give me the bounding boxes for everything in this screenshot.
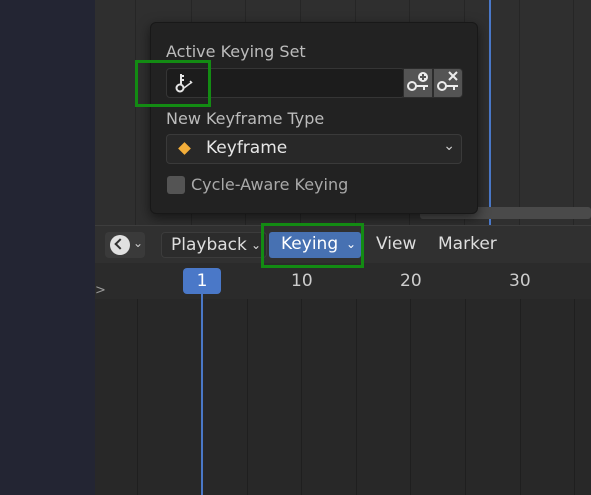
menu-marker[interactable]: Marker — [438, 232, 497, 258]
grid-line — [520, 299, 521, 495]
keyframe-type-dropdown[interactable]: Keyframe ⌄ — [166, 134, 462, 164]
grid-line — [574, 299, 575, 495]
clock-icon — [110, 235, 130, 255]
ruler-label: 20 — [400, 271, 422, 291]
keyframe-type-value: Keyframe — [206, 138, 288, 158]
active-keying-set-label: Active Keying Set — [166, 42, 306, 61]
menu-playback[interactable]: Playback ⌄ — [161, 232, 267, 258]
chevron-down-icon: ⌄ — [250, 238, 261, 252]
cycle-aware-label[interactable]: Cycle-Aware Keying — [191, 175, 348, 194]
upper-playhead-line — [489, 0, 491, 225]
keying-popover: Active Keying Set New Keyframe Type Keyf… — [150, 22, 478, 214]
grid-line — [356, 299, 357, 495]
timeline-tracks[interactable] — [95, 299, 591, 495]
editor-type-button[interactable]: ⌄ — [105, 232, 145, 258]
chevron-right-icon[interactable]: > — [95, 283, 106, 298]
grid-line — [247, 299, 248, 495]
chevron-down-icon: ⌄ — [443, 138, 455, 154]
grid-line — [573, 0, 574, 225]
left-sidebar-strip — [0, 0, 95, 495]
cycle-aware-checkbox[interactable] — [167, 176, 185, 194]
highlight-box — [135, 60, 211, 107]
highlight-box — [261, 223, 364, 268]
ruler-label: 10 — [291, 271, 313, 291]
grid-line — [410, 299, 411, 495]
keyframe-diamond-icon — [178, 142, 191, 155]
grid-line — [465, 299, 466, 495]
menu-view[interactable]: View — [376, 232, 416, 258]
menu-playback-label: Playback — [171, 235, 247, 255]
grid-line — [301, 299, 302, 495]
new-keyframe-type-label: New Keyframe Type — [166, 109, 325, 128]
remove-keying-set-button[interactable] — [433, 68, 463, 98]
key-remove-icon — [437, 71, 458, 91]
playhead-line[interactable] — [201, 287, 203, 495]
grid-line — [135, 0, 136, 225]
ruler-label: 30 — [509, 271, 531, 291]
key-add-icon — [407, 72, 428, 91]
chevron-down-icon: ⌄ — [133, 236, 144, 250]
frame-ruler[interactable]: > 1 10 20 30 — [95, 263, 591, 299]
grid-line — [137, 299, 138, 495]
grid-line — [519, 0, 520, 225]
add-keying-set-button[interactable] — [403, 68, 433, 98]
